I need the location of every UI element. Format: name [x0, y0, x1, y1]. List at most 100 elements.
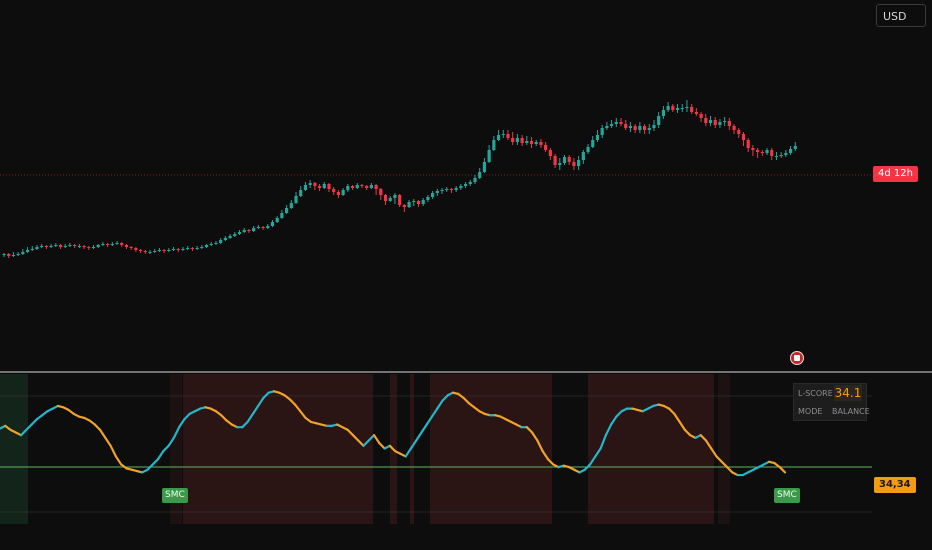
candle-body	[383, 195, 388, 201]
candle-body	[609, 124, 614, 126]
candle-body	[393, 195, 397, 198]
candle-body	[379, 189, 383, 195]
candle-body	[732, 126, 736, 130]
candle-body	[303, 185, 308, 190]
candle-body	[774, 156, 779, 157]
candle-body	[675, 108, 680, 110]
candle-body	[788, 149, 793, 153]
candle-body	[355, 185, 359, 188]
candle-body	[237, 232, 242, 234]
candle-body	[463, 184, 468, 186]
candle-body	[181, 249, 185, 250]
candle-body	[44, 246, 48, 247]
candle-body	[723, 121, 727, 122]
trading-chart[interactable]	[0, 0, 932, 550]
candle-body	[365, 186, 369, 188]
candle-body	[124, 245, 129, 247]
candle-body	[435, 191, 439, 193]
candle-body	[2, 254, 6, 255]
oscillator-segment	[30, 418, 38, 426]
candle-body	[624, 124, 628, 128]
candle-body	[779, 155, 783, 156]
candle-body	[492, 140, 496, 150]
candle-body	[176, 249, 180, 250]
candle-body	[501, 134, 505, 135]
candle-body	[21, 252, 25, 254]
candle-body	[515, 138, 519, 142]
candle-body	[595, 135, 600, 140]
candle-body	[520, 138, 524, 143]
oscillator-segment	[378, 442, 386, 450]
candle-body	[138, 250, 143, 251]
candle-body	[416, 201, 421, 204]
candle-body	[68, 245, 72, 246]
candle-body	[91, 247, 96, 248]
candle-body	[690, 107, 694, 112]
candle-body	[741, 134, 746, 140]
candle-body	[275, 218, 279, 222]
currency-selector[interactable]: USD	[876, 4, 926, 27]
oscillator-segment	[93, 423, 102, 431]
candle-body	[40, 246, 44, 247]
candle-body	[482, 162, 487, 172]
candle-body	[129, 247, 133, 248]
candle-body	[280, 213, 284, 218]
candle-body	[242, 230, 246, 232]
oscillator-zone	[588, 374, 714, 524]
candle-body	[402, 205, 406, 207]
candle-body	[374, 185, 378, 189]
oscillator-segment	[162, 444, 170, 453]
candle-body	[440, 190, 444, 191]
candle-body	[285, 208, 289, 213]
candle-body	[336, 192, 341, 195]
candle-body	[209, 244, 213, 245]
candle-body	[756, 150, 760, 152]
candle-body	[426, 197, 430, 200]
candle-body	[120, 243, 124, 245]
candle-body	[87, 247, 91, 248]
candle-body	[628, 126, 633, 128]
candle-body	[407, 202, 411, 207]
us-flag-icon[interactable]	[790, 351, 804, 365]
candle-body	[511, 138, 515, 142]
score-value: 34.1	[834, 385, 862, 401]
candle-body	[7, 254, 11, 256]
candle-body	[256, 227, 260, 228]
oscillator-zone	[718, 374, 730, 524]
oscillator-segment	[109, 444, 118, 458]
candle-body	[110, 244, 114, 245]
candle-body	[713, 120, 717, 125]
oscillator-last-value-label: 34,34	[874, 477, 916, 493]
candlestick-series	[2, 100, 797, 258]
oscillator-segment	[99, 428, 107, 439]
candle-body	[252, 228, 256, 231]
candle-body	[591, 140, 595, 147]
candle-body	[770, 150, 774, 156]
smc-signal-label: SMC	[162, 488, 188, 503]
candle-body	[204, 245, 209, 247]
candle-body	[671, 106, 675, 110]
candle-body	[751, 148, 755, 150]
candle-body	[487, 150, 491, 162]
candle-body	[223, 238, 227, 240]
candle-body	[619, 122, 623, 124]
oscillator-zone	[183, 374, 373, 524]
candle-body	[58, 245, 63, 247]
candle-body	[647, 128, 651, 130]
candle-body	[228, 236, 232, 238]
candle-body	[529, 141, 534, 144]
candle-body	[266, 226, 270, 228]
candle-body	[421, 200, 425, 204]
candle-body	[567, 157, 571, 162]
candle-body	[30, 249, 34, 250]
candle-body	[247, 230, 251, 231]
candle-body	[727, 121, 731, 126]
oscillator-segment	[156, 450, 165, 461]
candle-body	[350, 186, 355, 188]
candle-body	[167, 250, 171, 251]
candle-body	[327, 184, 331, 189]
candle-body	[704, 118, 708, 123]
candle-body	[82, 246, 86, 247]
candle-body	[171, 249, 176, 250]
candle-body	[63, 246, 67, 247]
